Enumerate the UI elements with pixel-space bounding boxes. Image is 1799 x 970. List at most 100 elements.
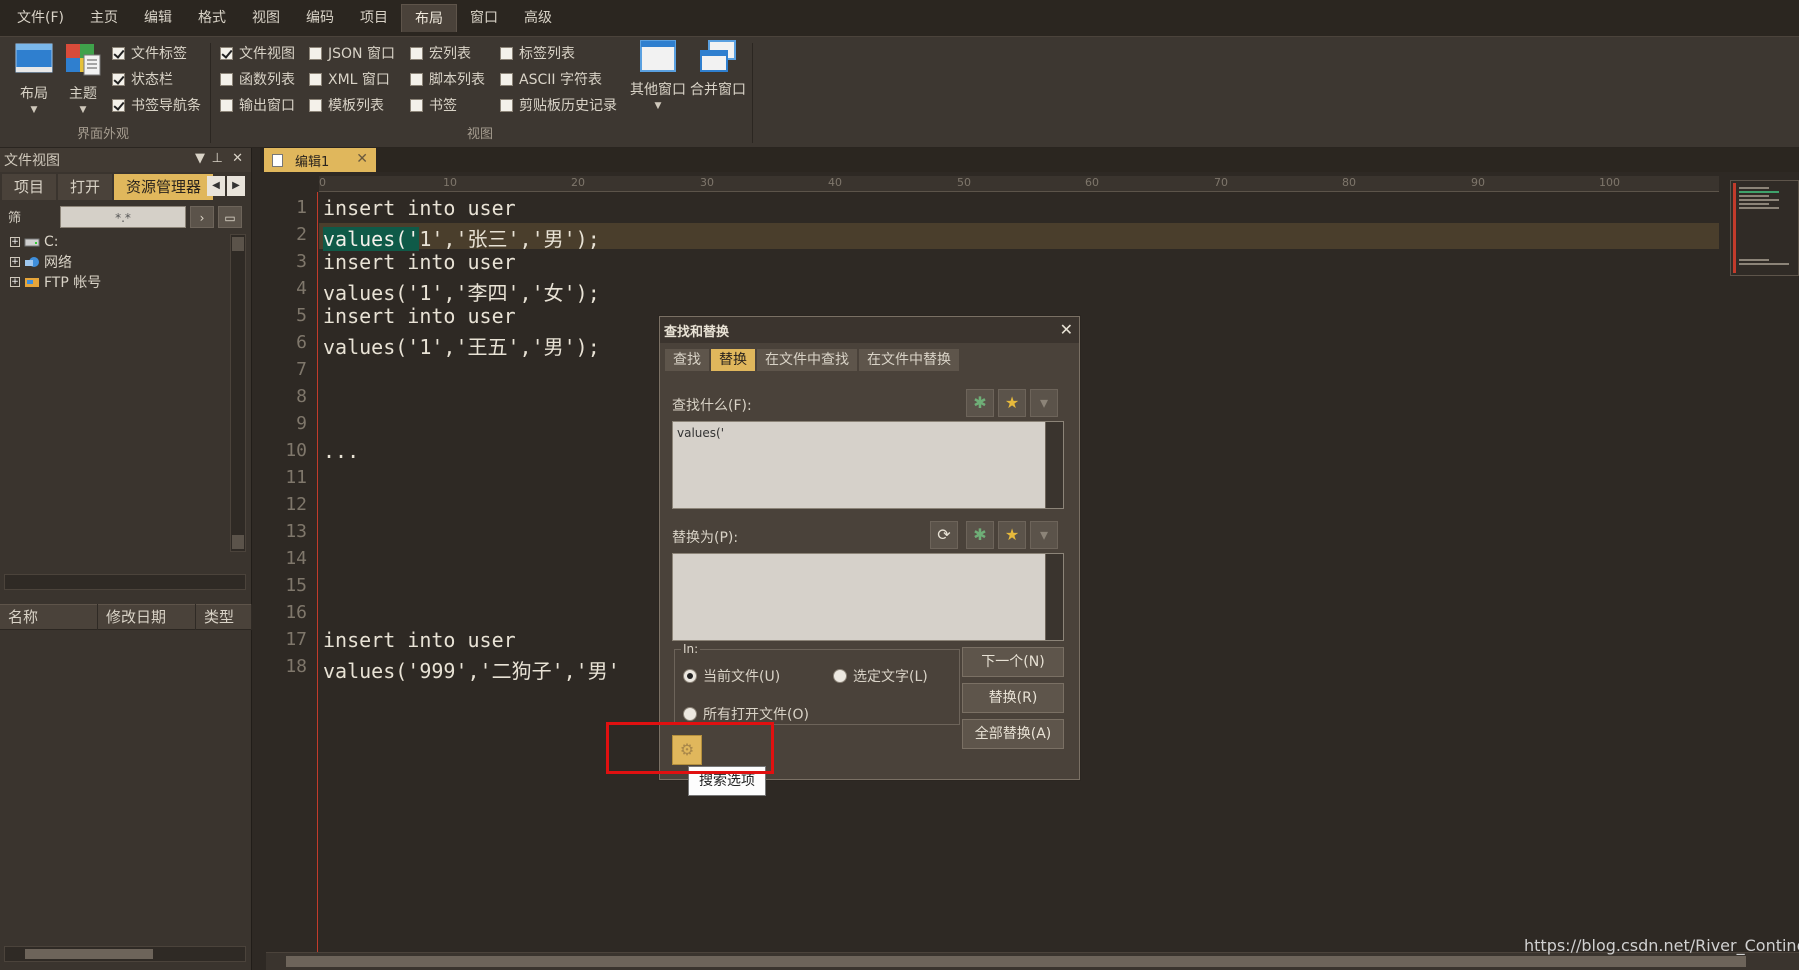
radio-current-file[interactable]: 当前文件(U) — [683, 666, 780, 686]
menu-advanced[interactable]: 高级 — [511, 4, 565, 32]
menu-format[interactable]: 格式 — [185, 4, 239, 32]
column-type[interactable]: 类型 — [196, 604, 252, 630]
layout-label: 布局 — [20, 86, 48, 102]
tree-item-ftp[interactable]: + FTP 帐号 — [0, 272, 230, 292]
layout-button[interactable]: 布局 ▼ — [12, 43, 56, 115]
filter-input[interactable]: *.* — [60, 206, 186, 228]
theme-button[interactable]: 主题 ▼ — [61, 43, 105, 115]
minimap[interactable] — [1730, 180, 1799, 276]
merge-windows-button[interactable]: 合并窗口 — [690, 39, 746, 99]
check-xml-window[interactable]: XML 窗口 — [309, 69, 390, 89]
file-tree: + C: + 网络 + FTP 帐号 — [0, 232, 230, 572]
column-name[interactable]: 名称 — [0, 604, 98, 630]
replace-button[interactable]: 替换(R) — [962, 683, 1064, 713]
replace-input[interactable] — [672, 553, 1064, 641]
check-tag-list[interactable]: 标签列表 — [500, 43, 575, 63]
chevron-right-icon[interactable]: › — [190, 206, 214, 228]
scrollbar-thumb[interactable] — [286, 956, 1746, 967]
check-function-list[interactable]: 函数列表 — [220, 69, 295, 89]
dropdown-arrow-icon[interactable]: ▾ — [1030, 389, 1058, 417]
tree-item-network[interactable]: + 网络 — [0, 252, 230, 272]
other-windows-button[interactable]: 其他窗口 ▼ — [630, 39, 686, 111]
ruler-mark: 30 — [700, 176, 714, 189]
menu-encoding[interactable]: 编码 — [293, 4, 347, 32]
check-json-window[interactable]: JSON 窗口 — [309, 43, 395, 63]
find-next-button[interactable]: 下一个(N) — [962, 647, 1064, 677]
chevron-down-icon[interactable]: ▼ — [195, 151, 205, 166]
check-output-window[interactable]: 输出窗口 — [220, 95, 295, 115]
replace-all-button[interactable]: 全部替换(A) — [962, 719, 1064, 749]
theme-icon — [64, 43, 102, 77]
star-icon[interactable]: ★ — [998, 389, 1026, 417]
menu-view[interactable]: 视图 — [239, 4, 293, 32]
regex-icon[interactable]: ✱ — [966, 521, 994, 549]
regex-icon[interactable]: ✱ — [966, 389, 994, 417]
tree-item-c-drive[interactable]: + C: — [0, 232, 230, 252]
scrollbar-thumb[interactable] — [25, 949, 153, 959]
network-icon — [25, 257, 39, 267]
editor-tab[interactable]: 编辑1 ✕ — [264, 148, 376, 172]
check-label: JSON 窗口 — [328, 46, 395, 62]
radio-all-open-files[interactable]: 所有打开文件(O) — [683, 704, 809, 724]
check-bookmark-bar[interactable]: 书签导航条 — [112, 95, 201, 115]
tab-find-in-files[interactable]: 在文件中查找 — [757, 349, 857, 371]
line-number: 3 — [296, 251, 307, 272]
check-macro-list[interactable]: 宏列表 — [410, 43, 471, 63]
group-label-view: 视图 — [467, 127, 494, 142]
folder-open-icon[interactable]: ▭ — [218, 206, 242, 228]
column-modified[interactable]: 修改日期 — [98, 604, 196, 630]
file-view-panel: 文件视图 ▼ ⊥ ✕ 项目 打开 资源管理器 ◀ ▶ 筛 *.* › ▭ + C… — [0, 148, 252, 970]
check-template-list[interactable]: 模板列表 — [309, 95, 384, 115]
tab-replace[interactable]: 替换 — [711, 349, 755, 371]
tab-open[interactable]: 打开 — [58, 174, 113, 200]
check-file-tabs[interactable]: 文件标签 — [112, 43, 187, 63]
checkbox-icon — [309, 98, 322, 112]
expand-icon[interactable]: + — [10, 277, 20, 287]
replace-label: 替换为(P): — [672, 530, 739, 546]
star-icon[interactable]: ★ — [998, 521, 1026, 549]
expand-icon[interactable]: + — [10, 237, 20, 247]
check-label: 文件标签 — [131, 46, 187, 62]
close-icon[interactable]: ✕ — [232, 151, 243, 166]
tab-explorer[interactable]: 资源管理器 — [114, 174, 214, 200]
dialog-title: 查找和替换 — [664, 324, 730, 340]
pin-icon[interactable]: ⊥ — [212, 151, 223, 166]
menu-window[interactable]: 窗口 — [457, 4, 511, 32]
check-clipboard-history[interactable]: 剪贴板历史记录 — [500, 95, 617, 115]
check-ascii-table[interactable]: ASCII 字符表 — [500, 69, 602, 89]
find-input-scrollbar[interactable] — [1045, 422, 1063, 508]
check-bookmarks[interactable]: 书签 — [410, 95, 457, 115]
close-icon[interactable]: ✕ — [356, 151, 368, 167]
tab-find[interactable]: 查找 — [665, 349, 709, 371]
arrow-right-icon[interactable]: ▶ — [227, 176, 245, 196]
arrow-down-icon[interactable] — [232, 535, 244, 549]
line-number: 1 — [296, 197, 307, 218]
arrow-left-icon[interactable]: ◀ — [207, 176, 225, 196]
menu-file[interactable]: 文件(F) — [4, 4, 77, 32]
find-input[interactable]: values(' — [672, 421, 1064, 509]
close-icon[interactable]: ✕ — [1060, 320, 1073, 339]
expand-icon[interactable]: + — [10, 257, 20, 267]
radio-icon — [683, 707, 697, 721]
menu-project[interactable]: 项目 — [347, 4, 401, 32]
menu-edit[interactable]: 编辑 — [131, 4, 185, 32]
tab-project[interactable]: 项目 — [2, 174, 57, 200]
line-number: 13 — [285, 521, 307, 542]
check-label: 模板列表 — [328, 98, 384, 114]
check-file-view[interactable]: 文件视图 — [220, 43, 295, 63]
tree-horizontal-scrollbar[interactable] — [4, 574, 246, 590]
menu-layout[interactable]: 布局 — [400, 4, 457, 32]
tab-replace-in-files[interactable]: 在文件中替换 — [859, 349, 959, 371]
ruler: 0 10 20 30 40 50 60 70 80 90 100 — [319, 176, 1719, 192]
radio-selected-text[interactable]: 选定文字(L) — [833, 666, 928, 686]
check-status-bar[interactable]: 状态栏 — [112, 69, 173, 89]
arrow-up-icon[interactable] — [232, 237, 244, 251]
dropdown-arrow-icon[interactable]: ▾ — [1030, 521, 1058, 549]
tree-vertical-scrollbar[interactable] — [230, 234, 246, 552]
swap-icon[interactable]: ⟳ — [930, 521, 958, 549]
check-script-list[interactable]: 脚本列表 — [410, 69, 485, 89]
menu-home[interactable]: 主页 — [77, 4, 131, 32]
file-list-header: 名称 修改日期 类型 — [0, 604, 252, 630]
list-horizontal-scrollbar[interactable] — [4, 946, 246, 962]
replace-input-scrollbar[interactable] — [1045, 554, 1063, 640]
